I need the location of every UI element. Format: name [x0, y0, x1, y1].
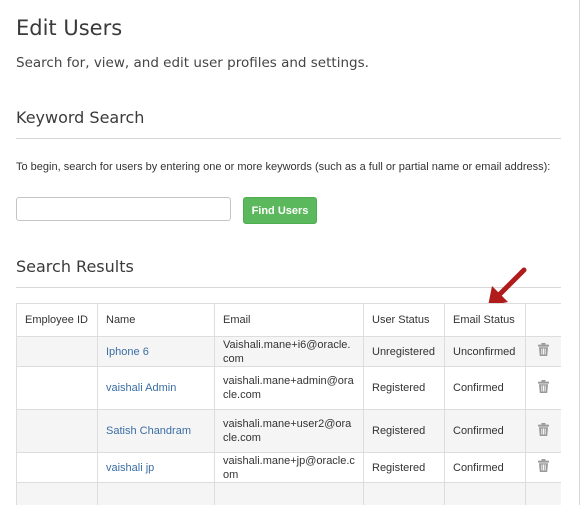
column-header-user-status[interactable]: User Status: [363, 303, 445, 337]
user-status-cell: Unregistered: [363, 336, 445, 367]
email-cell: [214, 482, 364, 505]
table-row: [16, 482, 561, 505]
column-header-name[interactable]: Name: [97, 303, 215, 337]
table-row: Iphone 6 Vaishali.mane+i6@oracle.com Unr…: [16, 336, 561, 367]
email-status-cell: Confirmed: [444, 452, 526, 483]
divider: [16, 138, 561, 139]
email-cell: vaishali.mane+admin@oracle.com: [214, 366, 364, 410]
user-status-cell: Registered: [363, 409, 445, 453]
employee-id-cell: [16, 336, 98, 367]
name-cell: vaishali jp: [97, 452, 215, 483]
table-row: Satish Chandram vaishali.mane+user2@orac…: [16, 409, 561, 453]
column-header-actions: [525, 303, 561, 337]
email-status-cell: [444, 482, 526, 505]
edit-users-page: Edit Users Search for, view, and edit us…: [0, 0, 580, 505]
user-name-link[interactable]: vaishali jp: [106, 462, 154, 474]
employee-id-cell: [16, 482, 98, 505]
email-cell: Vaishali.mane+i6@oracle.com: [214, 336, 364, 367]
employee-id-cell: [16, 366, 98, 410]
divider: [16, 287, 561, 288]
user-status-cell: [363, 482, 445, 505]
user-name-link[interactable]: Iphone 6: [106, 346, 149, 358]
employee-id-cell: [16, 452, 98, 483]
actions-cell: [525, 366, 561, 410]
name-cell: [97, 482, 215, 505]
name-cell: vaishali Admin: [97, 366, 215, 410]
email-cell: vaishali.mane+user2@oracle.com: [214, 409, 364, 453]
email-status-cell: Confirmed: [444, 366, 526, 410]
page-subtitle: Search for, view, and edit user profiles…: [16, 55, 369, 71]
email-cell: vaishali.mane+jp@oracle.com: [214, 452, 364, 483]
find-users-button[interactable]: Find Users: [243, 197, 317, 224]
search-instructions: To begin, search for users by entering o…: [16, 161, 551, 173]
column-header-email[interactable]: Email: [214, 303, 364, 337]
trash-icon[interactable]: [538, 379, 549, 397]
keyword-search-heading: Keyword Search: [16, 108, 145, 127]
name-cell: Satish Chandram: [97, 409, 215, 453]
name-cell: Iphone 6: [97, 336, 215, 367]
search-results-heading: Search Results: [16, 257, 134, 276]
table-header-row: Employee ID Name Email User Status Email…: [16, 303, 561, 337]
column-header-employee-id[interactable]: Employee ID: [16, 303, 98, 337]
page-title: Edit Users: [16, 16, 123, 40]
actions-cell: [525, 409, 561, 453]
results-table: Employee ID Name Email User Status Email…: [16, 303, 561, 505]
user-status-cell: Registered: [363, 452, 445, 483]
table-row: vaishali jp vaishali.mane+jp@oracle.com …: [16, 452, 561, 483]
user-name-link[interactable]: Satish Chandram: [106, 425, 191, 437]
user-name-link[interactable]: vaishali Admin: [106, 382, 176, 394]
actions-cell: [525, 452, 561, 483]
actions-cell: [525, 482, 561, 505]
trash-icon[interactable]: [538, 422, 549, 440]
results-table-container: Employee ID Name Email User Status Email…: [16, 303, 561, 505]
trash-icon[interactable]: [538, 459, 549, 476]
table-row: vaishali Admin vaishali.mane+admin@oracl…: [16, 366, 561, 410]
employee-id-cell: [16, 409, 98, 453]
keyword-search-input[interactable]: [16, 197, 231, 221]
email-status-cell: Unconfirmed: [444, 336, 526, 367]
user-status-cell: Registered: [363, 366, 445, 410]
email-status-cell: Confirmed: [444, 409, 526, 453]
column-header-email-status[interactable]: Email Status: [444, 303, 526, 337]
actions-cell: [525, 336, 561, 367]
trash-icon[interactable]: [538, 343, 549, 360]
